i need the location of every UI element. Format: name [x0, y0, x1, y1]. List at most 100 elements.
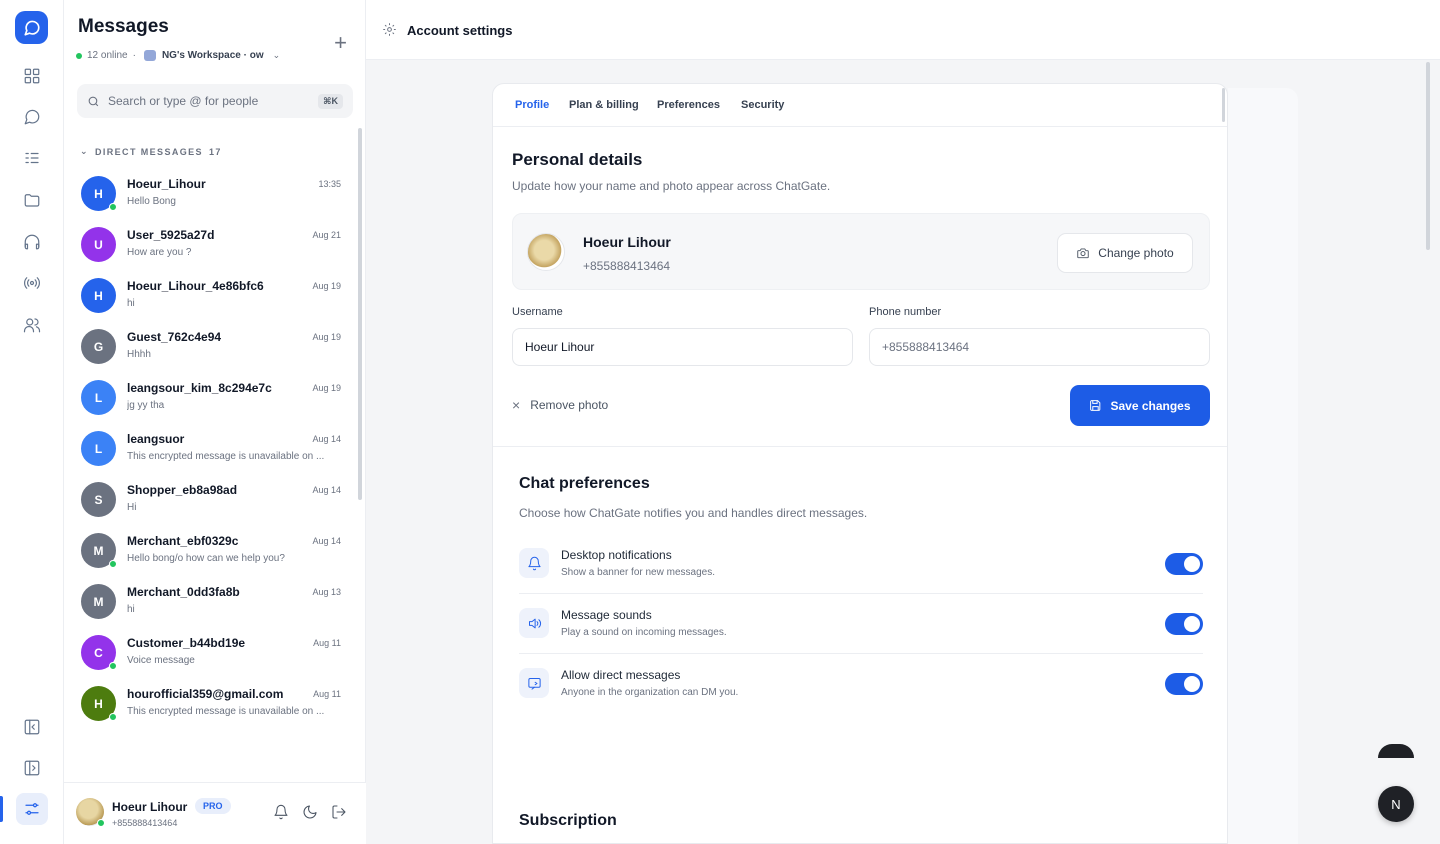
- allow-direct-messages-toggle[interactable]: [1165, 673, 1203, 695]
- section-divider: [493, 446, 1227, 447]
- dm-section-header[interactable]: ⌄ DIRECT MESSAGES 17: [80, 146, 222, 157]
- speaker-icon: [519, 608, 549, 638]
- dm-preview: This encrypted message is unavailable on…: [127, 706, 325, 717]
- dm-name: User_5925a27d: [127, 228, 215, 242]
- messages-title: Messages: [78, 16, 169, 37]
- settings-sliders-icon[interactable]: [16, 793, 48, 825]
- settings-card: Profile Plan & billing Preferences Secur…: [492, 83, 1228, 844]
- active-indicator: [0, 796, 3, 822]
- tab-plan-billing[interactable]: Plan & billing: [569, 99, 639, 111]
- avatar: L: [81, 431, 116, 466]
- dm-preview: Voice message: [127, 655, 195, 666]
- current-user-phone: +855888413464: [112, 818, 178, 828]
- dm-name: Hoeur_Lihour_4e86bfc6: [127, 279, 264, 293]
- chat-icon[interactable]: [16, 101, 48, 133]
- list-item[interactable]: M Merchant_0dd3fa8b hi Aug 13: [64, 575, 359, 626]
- bell-icon[interactable]: [273, 804, 291, 822]
- pref-desc: Anyone in the organization can DM you.: [561, 687, 739, 698]
- subscription-title: Subscription: [519, 812, 617, 829]
- dm-scrollbar[interactable]: [358, 128, 362, 500]
- list-item[interactable]: Hhourofficial359@gmail.com This encrypted…: [64, 677, 359, 728]
- current-user-bar: Hoeur Lihour PRO +855888413464: [64, 782, 366, 844]
- app-logo-icon[interactable]: [15, 11, 48, 44]
- online-dot: [109, 560, 117, 568]
- dm-time: Aug 11: [313, 689, 341, 699]
- chevron-down-icon[interactable]: ⌄: [273, 50, 281, 61]
- dm-name: leangsuor: [127, 432, 185, 446]
- tabs-scrollbar[interactable]: [1222, 88, 1225, 122]
- dm-heading: DIRECT MESSAGES: [94, 146, 203, 157]
- avatar: U: [81, 227, 116, 262]
- dm-time: Aug 11: [313, 638, 341, 648]
- list-item[interactable]: S Shopper_eb8a98ad Hi Aug 14: [64, 473, 359, 524]
- floating-button-shadow: [1378, 744, 1414, 758]
- dm-preview: hi: [127, 604, 135, 615]
- list-item[interactable]: H Hoeur_Lihour Hello Bong 13:35: [64, 167, 359, 218]
- dm-name: Merchant_0dd3fa8b: [127, 585, 240, 599]
- remove-photo-button[interactable]: × Remove photo: [512, 397, 608, 413]
- list-item[interactable]: H Hoeur_Lihour_4e86bfc6 hi Aug 19: [64, 269, 359, 320]
- chat-preferences-title: Chat preferences: [519, 475, 650, 492]
- change-photo-label: Change photo: [1098, 246, 1174, 260]
- tab-profile[interactable]: Profile: [515, 99, 549, 111]
- dm-list: H Hoeur_Lihour Hello Bong 13:35 U User_5925a2…: [64, 167, 359, 745]
- profile-name: Hoeur Lihour: [583, 234, 671, 250]
- dm-time: Aug 13: [312, 587, 341, 597]
- list-item[interactable]: M Merchant_ebf0329c Hello bong/o how can w…: [64, 524, 359, 575]
- dm-time: Aug 14: [312, 536, 341, 546]
- avatar: S: [81, 482, 116, 517]
- users-icon[interactable]: [16, 309, 48, 341]
- personal-details-title: Personal details: [512, 150, 643, 169]
- dm-name: Guest_762c4e94: [127, 330, 222, 344]
- list-item[interactable]: Lleangsuor This encrypted message is unav…: [64, 422, 359, 473]
- tab-security[interactable]: Security: [741, 99, 784, 111]
- profile-phone: +855888413464: [583, 259, 671, 273]
- pref-title: Allow direct messages: [561, 668, 681, 682]
- pref-message-sounds: Message sounds Play a sound on incoming …: [519, 594, 1203, 654]
- workspace-name[interactable]: NG's Workspace · ow: [162, 50, 264, 61]
- folder-icon[interactable]: [16, 184, 48, 216]
- phone-field[interactable]: +855888413464: [869, 328, 1210, 366]
- list-item[interactable]: C Customer_b44bd19e Voice message Aug 11: [64, 626, 359, 677]
- dm-count: 17: [208, 146, 222, 157]
- username-field[interactable]: Hoeur Lihour: [512, 328, 853, 366]
- assistant-fab-button[interactable]: N: [1378, 786, 1414, 822]
- dashboard-icon[interactable]: [16, 60, 48, 92]
- remove-photo-label: Remove photo: [530, 398, 609, 412]
- new-message-button[interactable]: +: [334, 30, 347, 56]
- page-scrollbar[interactable]: [1426, 62, 1430, 250]
- headphones-icon[interactable]: [16, 226, 48, 258]
- dm-preview: Hello bong/o how can we help you?: [127, 553, 285, 564]
- desktop-notifications-toggle[interactable]: [1165, 553, 1203, 575]
- nav-rail: [0, 0, 64, 844]
- save-changes-button[interactable]: Save changes: [1070, 385, 1210, 426]
- change-photo-button[interactable]: Change photo: [1057, 233, 1193, 273]
- chat-preferences-desc: Choose how ChatGate notifies you and han…: [519, 506, 868, 520]
- dm-time: Aug 19: [312, 281, 341, 291]
- list-item[interactable]: U User_5925a27d How are you ? Aug 21: [64, 218, 359, 269]
- list-item[interactable]: G Guest_762c4e94 Hhhh Aug 19: [64, 320, 359, 371]
- logout-icon[interactable]: [331, 804, 349, 822]
- side-panel: [1228, 88, 1298, 844]
- personal-details-desc: Update how your name and photo appear ac…: [512, 179, 831, 193]
- dm-time: Aug 21: [312, 230, 341, 240]
- close-icon: ×: [512, 397, 521, 413]
- moon-icon[interactable]: [302, 804, 320, 822]
- tab-preferences[interactable]: Preferences: [657, 99, 720, 111]
- avatar: H: [81, 278, 116, 313]
- save-icon: [1090, 400, 1101, 411]
- dm-time: Aug 19: [312, 332, 341, 342]
- search-shortcut: ⌘K: [318, 93, 343, 109]
- search-input[interactable]: Search or type @ for people ⌘K: [77, 84, 353, 118]
- bell-icon: [519, 548, 549, 578]
- search-icon: [88, 96, 99, 106]
- broadcast-icon[interactable]: [16, 267, 48, 299]
- collapse-panel-icon[interactable]: [16, 711, 48, 743]
- dm-preview: Hi: [127, 502, 137, 513]
- sidebar-toggle-icon[interactable]: [16, 752, 48, 784]
- username-label: Username: [512, 306, 563, 318]
- list-item[interactable]: Lleangsour_kim_8c294e7c jg yy tha Aug 19: [64, 371, 359, 422]
- pref-desc: Show a banner for new messages.: [561, 567, 715, 578]
- message-sounds-toggle[interactable]: [1165, 613, 1203, 635]
- tasks-icon[interactable]: [16, 142, 48, 174]
